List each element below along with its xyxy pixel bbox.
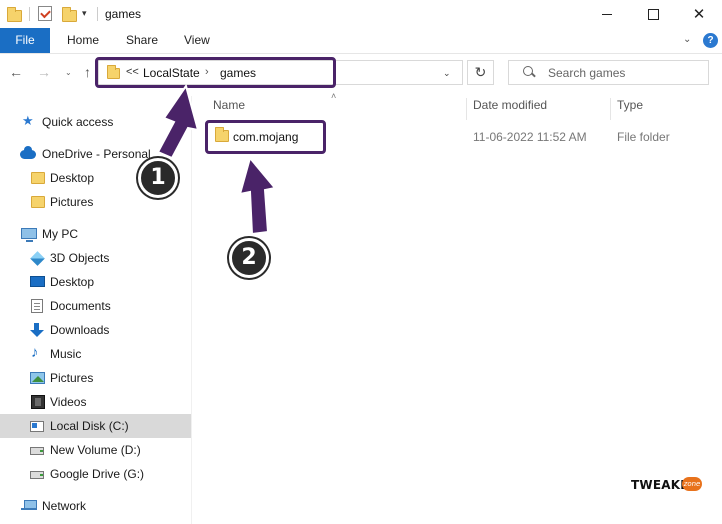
list-item-date: 11-06-2022 11:52 AM	[473, 130, 587, 144]
desktop-icon	[30, 276, 45, 287]
3d-objects-icon	[30, 251, 45, 266]
title-bar: ▾ games ✕	[0, 0, 722, 28]
sidebar-item-label: Google Drive (G:)	[50, 467, 145, 481]
up-button[interactable]: ↑	[84, 64, 91, 80]
sidebar-item-google-drive-g[interactable]: Google Drive (G:)	[0, 462, 191, 486]
sidebar-item-label: Downloads	[50, 323, 110, 337]
sidebar-item-label: New Volume (D:)	[50, 443, 141, 457]
new-folder-icon[interactable]	[62, 7, 77, 22]
properties-icon[interactable]	[38, 6, 52, 21]
sidebar-item-label: Pictures	[50, 195, 94, 209]
star-icon: ★	[22, 113, 34, 128]
videos-icon	[31, 395, 45, 409]
maximize-button[interactable]	[630, 0, 676, 28]
step-2-badge: 2	[229, 238, 269, 278]
arrow-2	[238, 155, 277, 236]
address-dropdown-icon[interactable]: ⌄	[443, 68, 451, 79]
sidebar-item-network[interactable]: Network	[0, 494, 191, 518]
search-input[interactable]: Search games	[508, 60, 709, 85]
sidebar-item-label: Quick access	[42, 115, 114, 129]
recent-locations-button[interactable]: ⌄	[65, 68, 72, 77]
sidebar-item-music[interactable]: ♪ Music	[0, 342, 191, 366]
sidebar-item-label: Desktop	[50, 275, 95, 289]
tab-view[interactable]: View	[184, 28, 210, 53]
column-header-name[interactable]: Name	[213, 98, 245, 118]
back-button[interactable]: ←	[9, 64, 23, 80]
sidebar-item-quick-access[interactable]: ★ Quick access	[0, 110, 191, 134]
sidebar-item-new-volume-d[interactable]: New Volume (D:)	[0, 438, 191, 462]
step-1-badge: 1	[138, 158, 178, 198]
documents-icon	[31, 299, 43, 313]
divider	[29, 7, 30, 21]
sidebar-item-label: My PC	[42, 227, 78, 241]
sidebar-item-local-disk-c[interactable]: Local Disk (C:)	[0, 414, 191, 438]
address-highlight-box	[95, 57, 336, 88]
sidebar-item-desktop-pc[interactable]: Desktop	[0, 270, 191, 294]
sidebar-item-videos[interactable]: Videos	[0, 390, 191, 414]
drive-icon	[30, 447, 44, 455]
tab-file[interactable]: File	[0, 28, 50, 53]
minimize-button[interactable]	[584, 0, 630, 28]
sidebar-item-label: Network	[42, 499, 87, 513]
sidebar-item-3d-objects[interactable]: 3D Objects	[0, 246, 191, 270]
music-icon: ♪	[31, 344, 39, 361]
sort-indicator-icon: ˄	[331, 91, 337, 101]
cloud-icon	[20, 146, 36, 159]
drive-icon	[30, 471, 44, 479]
quick-access-toolbar-caret[interactable]: ▾	[82, 8, 87, 19]
sidebar-item-downloads[interactable]: Downloads	[0, 318, 191, 342]
sidebar-item-documents[interactable]: Documents	[0, 294, 191, 318]
column-header-type[interactable]: Type	[617, 98, 643, 118]
sidebar-item-label: Music	[50, 347, 82, 361]
forward-button[interactable]: →	[37, 64, 51, 80]
help-icon[interactable]: ?	[703, 33, 718, 48]
folder-icon	[31, 172, 45, 184]
folder-highlight-box	[205, 120, 326, 154]
search-icon	[523, 65, 535, 81]
pictures-icon	[30, 372, 45, 384]
sidebar-item-label: Local Disk (C:)	[50, 419, 129, 433]
column-divider[interactable]	[466, 98, 467, 120]
sidebar-item-label: 3D Objects	[50, 251, 110, 265]
column-divider[interactable]	[610, 98, 611, 120]
sidebar-item-pictures-pc[interactable]: Pictures	[0, 366, 191, 390]
tab-home[interactable]: Home	[67, 28, 99, 53]
column-header-date-modified[interactable]: Date modified	[473, 98, 547, 118]
refresh-button[interactable]: ↻	[467, 60, 494, 85]
folder-icon	[31, 196, 45, 208]
sidebar-item-my-pc[interactable]: My PC	[0, 222, 191, 246]
window-title: games	[105, 7, 142, 21]
sidebar-item-label: Desktop	[50, 171, 95, 185]
list-item-type: File folder	[617, 130, 670, 144]
tweaker-zone-badge: zone	[682, 477, 702, 491]
sidebar-item-label: Pictures	[50, 371, 94, 385]
network-icon	[21, 500, 37, 512]
sidebar-item-label: Documents	[50, 299, 111, 313]
folder-icon	[7, 7, 22, 22]
expand-ribbon-icon[interactable]: ⌄	[683, 34, 691, 45]
sidebar-item-label: Videos	[50, 395, 87, 409]
search-placeholder: Search games	[548, 66, 626, 80]
local-disk-icon	[30, 421, 44, 432]
ribbon-tabs: File Home Share View ⌄ ?	[0, 28, 722, 54]
download-icon	[30, 323, 44, 337]
divider	[97, 7, 98, 21]
close-button[interactable]: ✕	[676, 0, 722, 28]
sidebar-item-label: OneDrive - Personal	[42, 147, 151, 161]
computer-icon	[21, 228, 37, 242]
tab-share[interactable]: Share	[126, 28, 158, 53]
